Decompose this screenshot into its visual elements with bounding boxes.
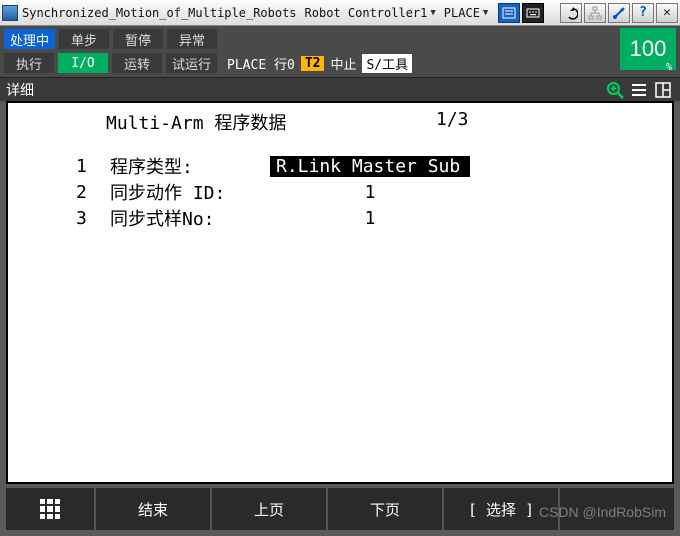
row-number: 2 xyxy=(76,182,110,203)
row-label: 同步式样No: xyxy=(110,205,270,231)
row-number: 1 xyxy=(76,156,110,177)
data-row[interactable]: 1 程序类型: R.Link Master Sub xyxy=(16,153,664,179)
row-label: 程序类型: xyxy=(110,153,270,179)
data-row[interactable]: 2 同步动作 ID: 1 xyxy=(16,179,664,205)
grid-icon xyxy=(40,499,60,519)
softkey-menu[interactable] xyxy=(6,488,96,530)
status-chip-exec[interactable]: 执行 xyxy=(4,53,54,73)
program-dropdown[interactable]: PLACE ▼ xyxy=(444,6,489,20)
menu-icon[interactable] xyxy=(628,79,650,101)
softkey-next[interactable]: 下页 xyxy=(328,488,444,530)
app-icon xyxy=(2,5,18,21)
status-line-prefix: PLACE 行0 xyxy=(227,54,295,73)
softkey-empty[interactable] xyxy=(560,488,674,530)
status-chip-processing[interactable]: 处理中 xyxy=(4,29,55,49)
page-indicator: 1/3 xyxy=(436,109,469,135)
status-chip-pause[interactable]: 暂停 xyxy=(113,29,163,49)
status-tool: S/工具 xyxy=(362,54,412,73)
panel-title: Multi-Arm 程序数据 xyxy=(106,109,436,135)
chevron-down-icon: ▼ xyxy=(430,8,435,18)
program-label: PLACE xyxy=(444,6,480,20)
row-number: 3 xyxy=(76,208,110,229)
softkey-bar: 结束 上页 下页 [ 选择 ] xyxy=(6,488,674,530)
override-value: 100 xyxy=(630,36,667,62)
override-unit: % xyxy=(666,62,672,73)
status-chip-io[interactable]: I/O xyxy=(58,53,108,73)
subheader-label: 详细 xyxy=(6,80,34,100)
status-chip-run[interactable]: 运转 xyxy=(112,53,162,73)
controller-dropdown[interactable]: Robot Controller1 ▼ xyxy=(305,6,436,20)
softkey-prev[interactable]: 上页 xyxy=(212,488,328,530)
softkey-select[interactable]: [ 选择 ] xyxy=(444,488,560,530)
detail-panel: Multi-Arm 程序数据 1/3 1 程序类型: R.Link Master… xyxy=(6,101,674,484)
virtual-keyboard-button[interactable] xyxy=(522,3,544,23)
status-line: PLACE 行0 T2 中止 S/工具 xyxy=(227,54,416,73)
tree-button[interactable] xyxy=(584,3,606,23)
help-button[interactable]: ? xyxy=(632,3,654,23)
row-value-selected[interactable]: R.Link Master Sub xyxy=(270,156,470,177)
row-value[interactable]: 1 xyxy=(270,182,470,203)
status-chip-test[interactable]: 试运行 xyxy=(166,53,217,73)
link-button[interactable] xyxy=(608,3,630,23)
row-label: 同步动作 ID: xyxy=(110,179,270,205)
undo-button[interactable] xyxy=(560,3,582,23)
status-chip-fault[interactable]: 异常 xyxy=(167,29,217,49)
app-title: Synchronized_Motion_of_Multiple_Robots xyxy=(22,6,297,20)
status-chip-step[interactable]: 单步 xyxy=(59,29,109,49)
chevron-down-icon: ▼ xyxy=(483,8,488,18)
zoom-in-icon[interactable] xyxy=(604,79,626,101)
close-button[interactable]: ✕ xyxy=(656,3,678,23)
layout-icon[interactable] xyxy=(652,79,674,101)
status-t2: T2 xyxy=(301,56,325,71)
data-row[interactable]: 3 同步式样No: 1 xyxy=(16,205,664,231)
virtual-keypad-button[interactable] xyxy=(498,3,520,23)
row-value[interactable]: 1 xyxy=(270,208,470,229)
softkey-end[interactable]: 结束 xyxy=(96,488,212,530)
status-halt: 中止 xyxy=(330,54,356,73)
controller-label: Robot Controller1 xyxy=(305,6,428,20)
